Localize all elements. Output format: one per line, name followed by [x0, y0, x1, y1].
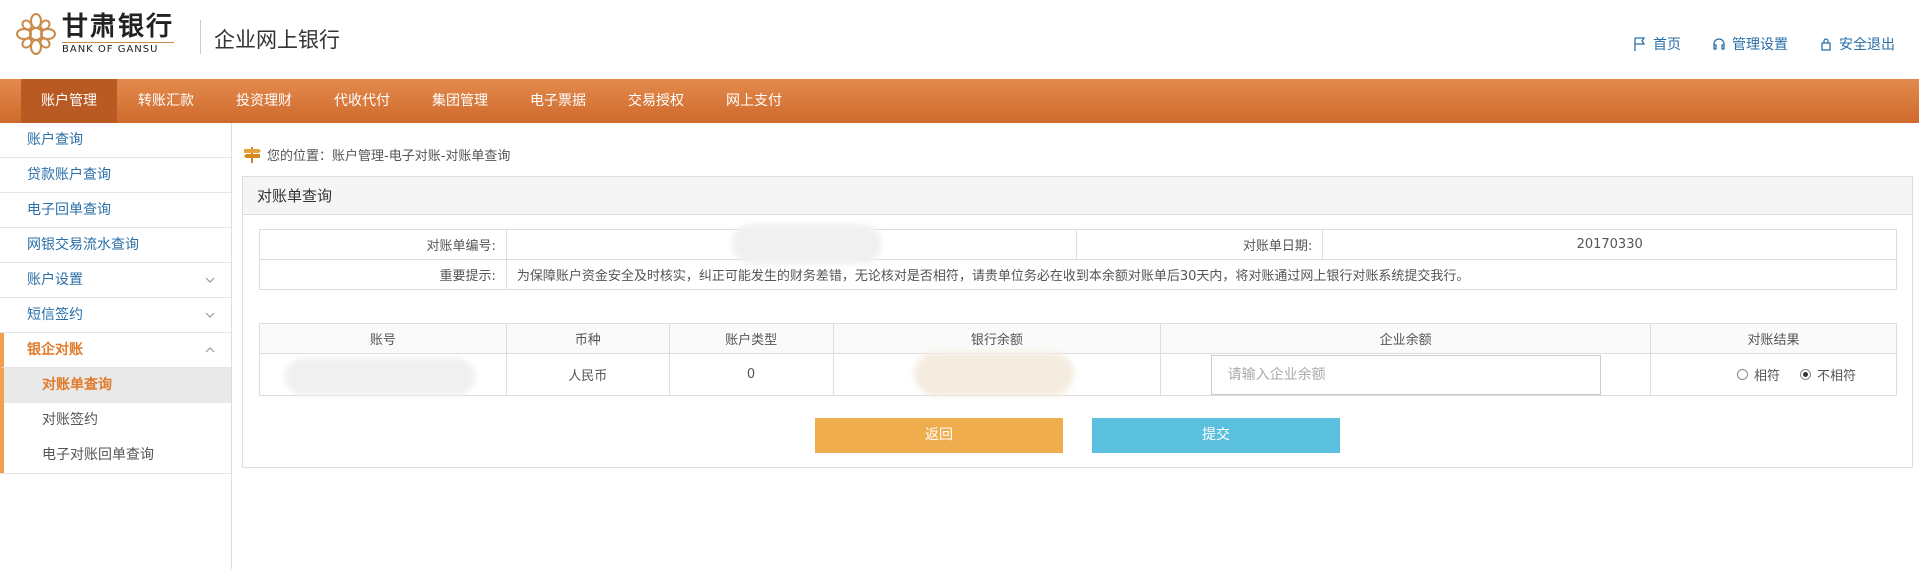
sidebar-item-transaction-flow-query[interactable]: 网银交易流水查询	[0, 228, 231, 263]
header-divider	[200, 20, 201, 54]
bank-emblem-icon	[16, 13, 56, 55]
col-account-no: 账号	[259, 323, 507, 354]
statement-no-value	[505, 224, 1078, 264]
radio-match-circle	[1736, 369, 1748, 380]
sidebar-item-sms-signing[interactable]: 短信签约	[0, 298, 231, 333]
sidebar-subitem-statement-query[interactable]: 对账单查询	[0, 368, 231, 403]
radio-mismatch-circle	[1799, 369, 1811, 380]
breadcrumb: 您的位置：账户管理-电子对账-对账单查询	[241, 144, 510, 164]
radio-mismatch[interactable]: 不相符	[1799, 365, 1856, 384]
sidebar-item-label: 银企对账	[27, 342, 83, 358]
lock-icon	[1821, 38, 1831, 51]
bank-balance-cell	[832, 352, 1162, 396]
nav-account-management[interactable]: 账户管理	[21, 79, 117, 123]
account-no-cell	[259, 353, 507, 396]
col-bank-balance: 银行余额	[832, 323, 1162, 354]
notice-text: 为保障账户资金安全及时核实，纠正可能发生的财务差错，无论核对是否相符，请贵单位务…	[505, 259, 1898, 290]
sidebar-item-label: 账户设置	[27, 272, 83, 288]
redacted-value	[913, 352, 1074, 396]
sidebar-subitem-reconciliation-signing[interactable]: 对账签约	[0, 403, 231, 438]
sidebar-item-bank-enterprise-reconciliation[interactable]: 银企对账	[0, 333, 231, 368]
table-row: 人民币 0 请输入企业余额 相符 不相符	[259, 352, 1897, 396]
top-links: 首页 管理设置 安全退出	[1632, 34, 1895, 54]
app-title: 企业网上银行	[214, 28, 340, 52]
main-nav: 账户管理 转账汇款 投资理财 代收代付 集团管理 电子票据 交易授权 网上支付	[0, 79, 1919, 123]
chevron-down-icon	[205, 277, 215, 283]
flag-icon	[1634, 37, 1646, 51]
col-currency: 币种	[505, 323, 670, 354]
statement-date-value: 20170330	[1322, 229, 1897, 260]
sidebar-item-label: 短信签约	[27, 307, 83, 323]
redacted-value	[285, 358, 475, 396]
signpost-icon	[244, 147, 261, 163]
home-link[interactable]: 首页	[1632, 34, 1681, 54]
sidebar: 账户查询 贷款账户查询 电子回单查询 网银交易流水查询 账户设置 短信签约 银企…	[0, 123, 232, 569]
sidebar-submenu: 对账单查询 对账签约 电子对账回单查询	[0, 368, 231, 474]
nav-group-management[interactable]: 集团管理	[411, 79, 509, 123]
bank-name-en: BANK OF GANSU	[62, 42, 175, 56]
col-account-type: 账户类型	[668, 323, 834, 354]
col-enterprise-balance: 企业余额	[1160, 323, 1652, 354]
statement-no-label: 对账单编号:	[259, 229, 507, 260]
enterprise-balance-input[interactable]: 请输入企业余额	[1210, 354, 1601, 395]
chevron-down-icon	[205, 312, 215, 318]
nav-electronic-bills[interactable]: 电子票据	[509, 79, 607, 123]
back-button[interactable]: 返回	[815, 418, 1063, 453]
headset-icon	[1713, 38, 1725, 50]
radio-mismatch-label: 不相符	[1816, 369, 1856, 384]
table-row: 重要提示: 为保障账户资金安全及时核实，纠正可能发生的财务差错，无论核对是否相符…	[259, 259, 1898, 290]
sidebar-item-receipt-query[interactable]: 电子回单查询	[0, 193, 231, 228]
radio-match-label: 相符	[1753, 369, 1780, 384]
bank-name-cn: 甘肃银行	[62, 12, 175, 42]
chevron-up-icon	[205, 347, 215, 353]
redacted-value	[731, 224, 882, 264]
nav-investment[interactable]: 投资理财	[215, 79, 313, 123]
statement-panel: 对账单查询 对账单编号: 对账单日期: 20170330 重要提示: 为保障账户…	[242, 176, 1913, 468]
reconciliation-result-cell: 相符 不相符	[1650, 353, 1897, 396]
table-header-row: 账号 币种 账户类型 银行余额 企业余额 对账结果	[259, 323, 1897, 354]
panel-title: 对账单查询	[243, 177, 1912, 215]
submit-button[interactable]: 提交	[1092, 418, 1340, 453]
reconciliation-result-radios: 相符 不相符	[1651, 365, 1896, 384]
sidebar-subitem-reconciliation-receipt-query[interactable]: 电子对账回单查询	[0, 438, 231, 473]
nav-transaction-authorization[interactable]: 交易授权	[607, 79, 705, 123]
sidebar-item-account-query[interactable]: 账户查询	[0, 123, 231, 158]
nav-collection-payment[interactable]: 代收代付	[313, 79, 411, 123]
statement-info-table: 对账单编号: 对账单日期: 20170330 重要提示: 为保障账户资金安全及时…	[259, 224, 1898, 290]
breadcrumb-text: 您的位置：账户管理-电子对账-对账单查询	[267, 148, 511, 164]
header: 甘肃银行 BANK OF GANSU 企业网上银行 首页 管理设置 安全退出	[0, 0, 1919, 79]
settings-link[interactable]: 管理设置	[1711, 34, 1788, 54]
currency-cell: 人民币	[505, 353, 670, 396]
table-row: 对账单编号: 对账单日期: 20170330	[259, 224, 1897, 264]
bank-logo[interactable]: 甘肃银行 BANK OF GANSU	[16, 12, 175, 56]
logout-link-label: 安全退出	[1839, 37, 1895, 53]
col-reconciliation-result: 对账结果	[1650, 323, 1897, 354]
account-table: 账号 币种 账户类型 银行余额 企业余额 对账结果 人民币 0 请输入企业余额	[259, 323, 1897, 396]
nav-online-payment[interactable]: 网上支付	[705, 79, 803, 123]
account-type-cell: 0	[668, 353, 834, 396]
notice-label: 重要提示:	[259, 259, 507, 290]
sidebar-item-loan-account-query[interactable]: 贷款账户查询	[0, 158, 231, 193]
home-link-label: 首页	[1653, 37, 1681, 53]
radio-match[interactable]: 相符	[1736, 365, 1780, 384]
enterprise-balance-cell: 请输入企业余额	[1160, 353, 1652, 396]
settings-link-label: 管理设置	[1732, 37, 1788, 53]
logout-link[interactable]: 安全退出	[1818, 34, 1895, 54]
sidebar-item-account-settings[interactable]: 账户设置	[0, 263, 231, 298]
nav-transfer[interactable]: 转账汇款	[117, 79, 215, 123]
statement-date-label: 对账单日期:	[1076, 229, 1324, 260]
